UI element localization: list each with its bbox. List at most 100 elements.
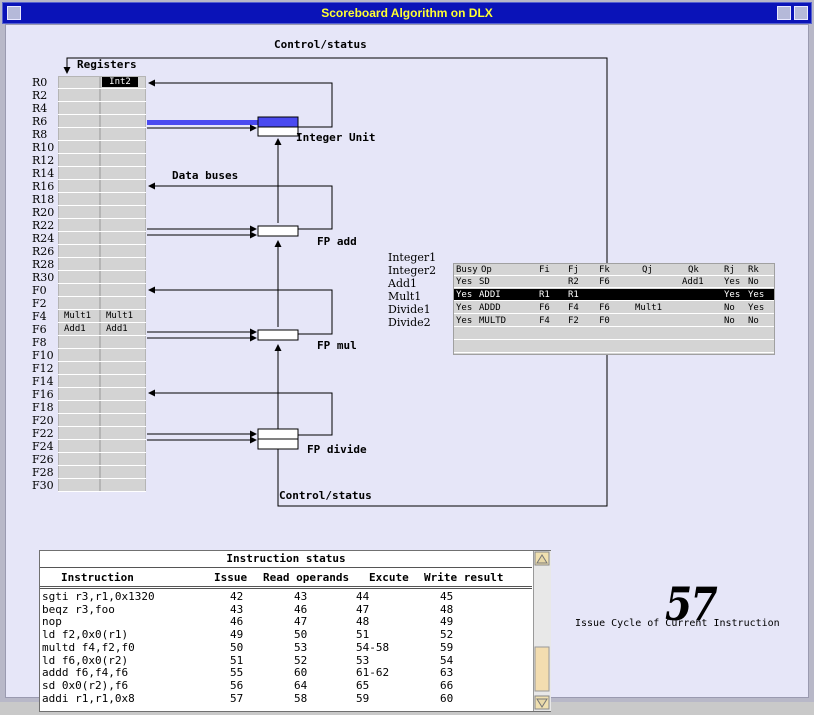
- register-name: F8: [32, 336, 47, 349]
- maximize-button[interactable]: [794, 6, 808, 20]
- control-status-label-bottom: Control/status: [279, 489, 372, 502]
- fu-cell-fj: F2: [568, 316, 579, 326]
- fu-row-divide1[interactable]: [454, 328, 774, 340]
- instruction-cell-read: 60: [294, 666, 308, 680]
- fp-mul-label: FP mul: [317, 339, 357, 352]
- fu-cell-rj: Yes: [724, 277, 741, 287]
- register-row-divider: [58, 296, 146, 297]
- instruction-cell-write: 60: [440, 691, 454, 705]
- register-row-divider: [58, 413, 146, 414]
- register-name: R28: [32, 258, 55, 271]
- fu-row-divide2[interactable]: [454, 341, 774, 353]
- instruction-cell-exec: 44: [356, 590, 370, 603]
- register-row-divider: [58, 218, 146, 219]
- register-column-a: [58, 76, 100, 492]
- register-name: R10: [32, 141, 55, 154]
- instruction-cell-write: 59: [440, 640, 454, 654]
- fu-cell-fj: F4: [568, 303, 579, 313]
- fu-header-cell: Rk: [748, 265, 759, 275]
- instruction-row[interactable]: ld f2,0x0(r1) 49 50 51 52: [40, 628, 532, 641]
- instruction-row[interactable]: addd f6,f4,f6 55 60 61-62 63: [40, 666, 532, 679]
- integer-unit-box-top: [257, 116, 299, 128]
- register-row-divider: [58, 491, 146, 492]
- instruction-cell-instr: ld f6,0x0(r2): [42, 653, 129, 667]
- register-name: R0: [32, 76, 48, 89]
- register-name: R2: [32, 89, 48, 102]
- register-name: F14: [32, 375, 54, 388]
- fu-cell-op: MULTD: [479, 316, 507, 326]
- register-row-divider: [58, 114, 146, 115]
- fu-header-row: Busy Op Fi Fj Fk Qj Qk Rj Rk: [454, 264, 774, 276]
- fu-row-mult1[interactable]: Yes MULTD F4 F2 F0 No No: [454, 315, 774, 327]
- register-name: F4: [32, 310, 47, 323]
- register-name: F0: [32, 284, 47, 297]
- fu-row-integer1[interactable]: Yes SD R2 F6 Add1 Yes No: [454, 276, 774, 288]
- instruction-row[interactable]: beqz r3,foo 43 46 47 48: [40, 603, 532, 616]
- fu-header-cell: Fj: [568, 265, 579, 275]
- register-name: R6: [32, 115, 48, 128]
- instruction-scrollbar[interactable]: [533, 551, 551, 711]
- fu-name: Integer1: [388, 251, 437, 264]
- instruction-status-panel: Instruction status Instruction Issue Rea…: [39, 550, 551, 712]
- instruction-cell-issue: 55: [230, 666, 244, 680]
- fu-cell-fk: F6: [599, 277, 610, 287]
- fu-row-integer2[interactable]: Yes ADDI R1 R1 Yes Yes: [454, 289, 774, 301]
- header-write-result: Write result: [424, 571, 504, 584]
- instruction-cell-read: 46: [294, 602, 308, 616]
- register-row-divider: [58, 452, 146, 453]
- instruction-row[interactable]: nop 46 47 48 49: [40, 615, 532, 628]
- title-bar[interactable]: Scoreboard Algorithm on DLX: [2, 2, 812, 24]
- instruction-cell-write: 45: [440, 590, 454, 603]
- instruction-cell-read: 50: [294, 628, 308, 642]
- fu-name: Add1: [388, 277, 418, 290]
- register-row-divider: [58, 335, 146, 336]
- register-name: F16: [32, 388, 54, 401]
- instruction-cell-exec: 54-58: [356, 640, 390, 654]
- instruction-cell-issue: 56: [230, 678, 244, 692]
- fu-cell-rj: No: [724, 303, 735, 313]
- register-column-b: [100, 76, 146, 492]
- register-row-divider: [58, 361, 146, 362]
- fu-cell-rk: No: [748, 277, 759, 287]
- register-row-divider: [58, 270, 146, 271]
- integer-unit-label: Integer Unit: [296, 131, 376, 144]
- register-name: F2: [32, 297, 47, 310]
- fu-header-cell: Qj: [642, 265, 653, 275]
- register-name: F28: [32, 466, 54, 479]
- fu-cell-rk: Yes: [748, 290, 765, 300]
- instruction-cell-exec: 59: [356, 691, 370, 705]
- minimize-button[interactable]: [777, 6, 791, 20]
- instruction-row[interactable]: addi r1,r1,0x8 57 58 59 60: [40, 692, 532, 705]
- register-cell-a: Mult1: [64, 311, 92, 321]
- register-cell-b: Add1: [106, 324, 128, 334]
- fu-row-add1[interactable]: Yes ADDD F6 F4 F6 Mult1 No Yes: [454, 302, 774, 314]
- instruction-row[interactable]: sgti r3,r1,0x1320 42 43 44 45: [40, 590, 532, 603]
- instruction-row[interactable]: ld f6,0x0(r2) 51 52 53 54: [40, 654, 532, 667]
- instruction-row[interactable]: multd f4,f2,f0 50 53 54-58 59: [40, 641, 532, 654]
- register-name: F6: [32, 323, 47, 336]
- header-instruction: Instruction: [61, 571, 134, 584]
- fu-cell-rk: Yes: [748, 303, 765, 313]
- window-title: Scoreboard Algorithm on DLX: [321, 6, 493, 20]
- register-row-divider: [58, 179, 146, 180]
- register-name: R24: [32, 232, 55, 245]
- instruction-cell-exec: 61-62: [356, 666, 390, 680]
- fu-cell-fi: R1: [539, 290, 550, 300]
- fu-cell-op: ADDI: [479, 290, 501, 300]
- instruction-cell-instr: beqz r3,foo: [42, 602, 115, 616]
- fu-cell-fj: R1: [568, 290, 579, 300]
- scroll-thumb[interactable]: [534, 646, 550, 692]
- register-name: F20: [32, 414, 54, 427]
- instruction-cell-read: 52: [294, 653, 308, 667]
- register-row-divider: [58, 205, 146, 206]
- instruction-row[interactable]: sd 0x0(r2),f6 56 64 65 66: [40, 679, 532, 692]
- instruction-cell-write: 48: [440, 602, 454, 616]
- fp-add-result-bus: [148, 182, 333, 230]
- register-name: R20: [32, 206, 55, 219]
- register-name: F26: [32, 453, 54, 466]
- register-cell-b: Mult1: [106, 311, 134, 321]
- instruction-cell-issue: 43: [230, 602, 244, 616]
- instruction-cell-exec: 48: [356, 615, 370, 629]
- instruction-cell-write: 54: [440, 653, 454, 667]
- fu-header-cell: Qk: [688, 265, 699, 275]
